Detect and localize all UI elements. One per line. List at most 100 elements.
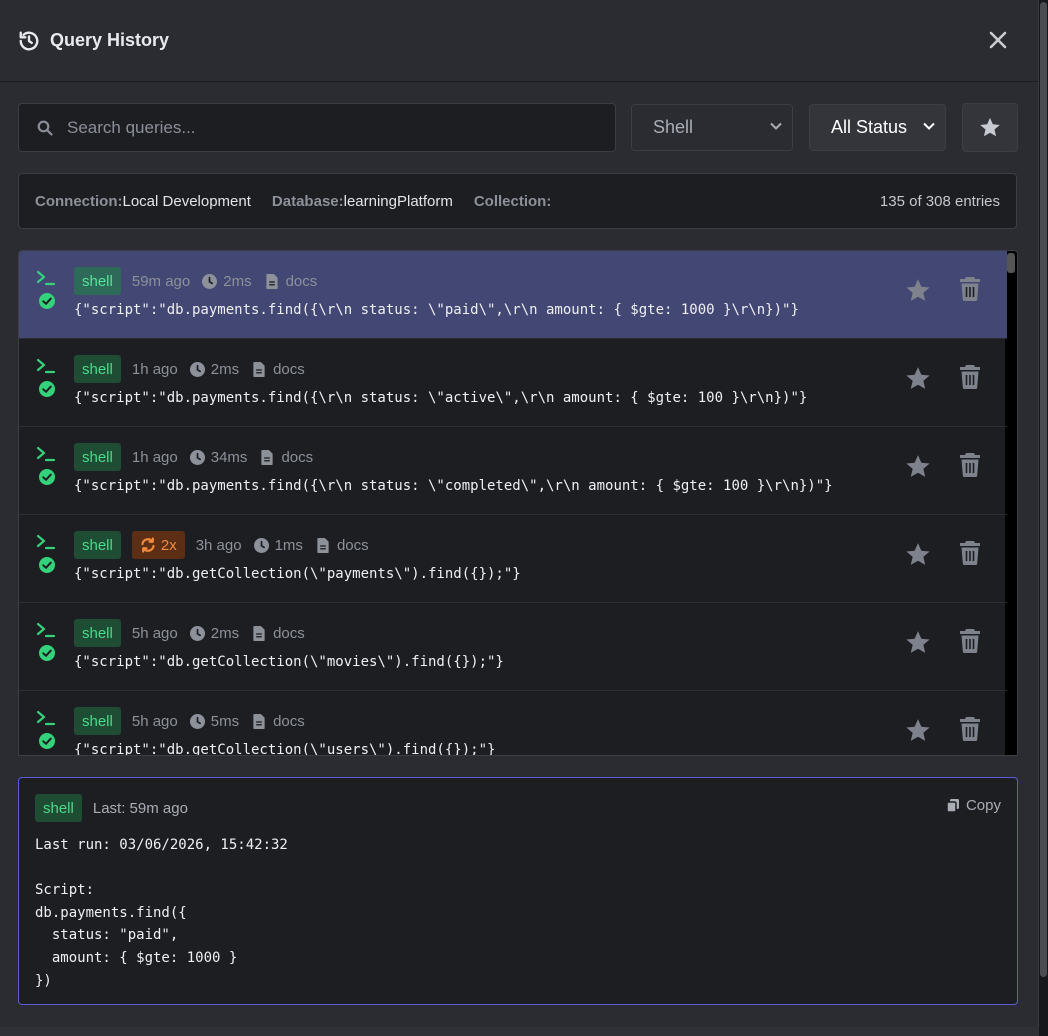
copy-button[interactable]: Copy [946,797,1001,814]
result-info: docs [265,272,318,290]
star-icon [906,455,930,477]
delete-button[interactable] [960,453,980,482]
favorite-button[interactable] [905,542,931,572]
history-row[interactable]: shell 1h ago 2ms docs {"script":"db.paym… [19,339,1007,427]
result-info: docs [253,713,305,730]
list-scrollbar-thumb[interactable] [1007,253,1015,273]
clock-icon [189,625,205,641]
delete-button[interactable] [960,365,980,394]
star-icon [906,631,930,653]
star-icon [906,279,930,301]
favorite-button[interactable] [905,454,931,484]
success-check-icon [39,557,55,578]
query-text: {"script":"db.payments.find({\r\n status… [74,478,833,494]
terminal-icon [36,270,56,291]
type-filter-select[interactable]: Shell [631,104,793,151]
history-row[interactable]: shell 2x 3h ago 1ms docs {"script":"db.g… [19,515,1007,603]
terminal-icon [36,446,56,467]
clock-icon [202,273,218,289]
collection-label: Collection: [473,192,552,210]
trash-icon [960,541,980,565]
favorites-filter-button[interactable] [962,103,1018,152]
trash-icon [960,365,980,389]
clock-icon [253,537,269,553]
close-button[interactable] [986,28,1010,52]
collection-info: Collection: [474,193,552,210]
query-text: {"script":"db.getCollection(\"users\").f… [74,742,496,756]
preview-body: Last run: 03/06/2026, 15:42:32 Script: d… [35,837,288,989]
document-icon [253,713,265,729]
favorite-button[interactable] [905,278,931,308]
favorite-button[interactable] [905,366,931,396]
history-row[interactable]: shell 59m ago 2ms docs {"script":"db.pay… [19,251,1007,339]
delete-button[interactable] [960,717,980,746]
duration: 1ms [253,536,303,554]
context-bar: Connection:Local Development Database:le… [18,173,1017,229]
success-check-icon [39,469,55,490]
page-scrollbar-thumb[interactable] [1040,2,1047,977]
repeat-count: 2x [160,536,177,554]
time-ago: 5h ago [131,712,178,730]
result-value: docs [336,536,369,554]
delete-button[interactable] [960,541,980,570]
result-info: docs [253,361,305,378]
copy-label: Copy [965,797,1001,814]
success-check-icon [39,645,55,666]
type-badge: shell [74,707,121,735]
favorite-button[interactable] [905,630,931,660]
history-row[interactable]: shell 1h ago 34ms docs {"script":"db.pay… [19,427,1007,515]
repeat-badge: 2x [131,531,185,559]
document-icon [253,361,265,377]
chevron-down-icon [923,122,935,130]
history-row[interactable]: shell 5h ago 5ms docs {"script":"db.getC… [19,691,1007,756]
time-ago: 1h ago [131,448,178,466]
duration-value: 2ms [210,624,240,642]
modal-header: Query History [0,0,1038,82]
success-check-icon [39,293,55,314]
preview-last-run: Last: 59m ago [92,799,188,817]
history-list: shell 59m ago 2ms docs {"script":"db.pay… [18,250,1018,756]
query-text: {"script":"db.getCollection(\"payments\"… [74,566,521,582]
duration: 2ms [189,624,240,642]
modal-title: Query History [50,30,170,50]
duration-value: 34ms [210,448,248,466]
status-filter-value: All Status [831,117,908,137]
type-filter-value: Shell [653,117,694,137]
delete-button[interactable] [960,277,980,306]
document-icon [253,625,265,641]
type-badge: shell [74,443,121,471]
query-history-modal: Query History Shell All Status [0,0,1039,1036]
duration: 34ms [189,448,248,466]
duration-value: 1ms [274,536,303,554]
chevron-down-icon [770,122,782,130]
result-value: docs [285,272,318,290]
search-box [18,103,616,152]
star-icon [906,719,930,741]
clock-icon [189,361,205,377]
terminal-icon [36,358,56,379]
clock-icon [189,713,205,729]
row-meta: shell 59m ago 2ms docs [74,267,317,295]
query-text: {"script":"db.payments.find({\r\n status… [74,390,808,406]
star-icon [906,543,930,565]
result-value: docs [281,448,314,466]
search-input[interactable] [67,117,547,138]
duration-value: 2ms [210,360,240,378]
time-ago: 59m ago [131,272,191,290]
query-text: {"script":"db.getCollection(\"movies\").… [74,654,504,670]
close-icon [989,31,1007,49]
trash-icon [960,453,980,477]
terminal-icon [36,622,56,643]
delete-button[interactable] [960,629,980,658]
page-scrollbar[interactable] [1039,0,1048,1036]
history-row[interactable]: shell 5h ago 2ms docs {"script":"db.getC… [19,603,1007,691]
type-badge: shell [74,619,121,647]
result-value: docs [273,360,305,378]
duration-value: 2ms [223,272,252,290]
favorite-button[interactable] [905,718,931,748]
star-icon [980,117,1000,137]
connection-value: Local Development [122,192,251,210]
terminal-icon [36,534,56,555]
preview-header: shell Last: 59m ago [35,794,188,822]
status-filter-select[interactable]: All Status [809,104,946,151]
